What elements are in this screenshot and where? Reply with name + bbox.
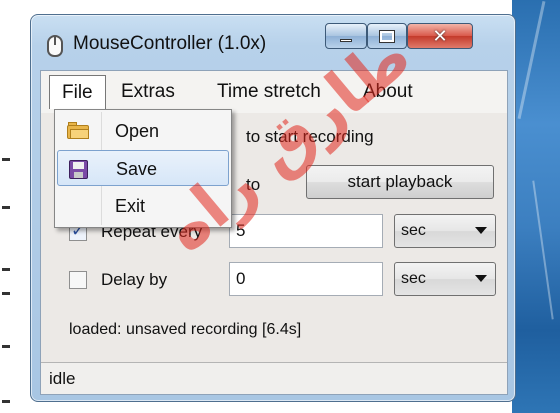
repeat-unit-select[interactable]: sec <box>394 214 496 248</box>
window-title: MouseController (1.0x) <box>73 33 267 54</box>
playback-prefix: to <box>246 175 261 194</box>
menu-extras[interactable]: Extras <box>109 75 187 109</box>
folder-icon <box>67 122 89 139</box>
loaded-status-text: loaded: unsaved recording [6.4s] <box>69 321 302 338</box>
menu-item-open-label: Open <box>115 121 160 141</box>
delay-unit-value: sec <box>401 270 426 287</box>
menu-bar: File Extras Time stretch About <box>41 71 507 113</box>
menu-item-exit-label: Exit <box>115 196 146 216</box>
close-button[interactable]: ✕ <box>407 23 473 49</box>
page-edge-marks <box>0 0 14 413</box>
mouse-icon <box>47 35 63 57</box>
delay-checkbox[interactable] <box>69 271 87 289</box>
menu-item-save[interactable]: Save <box>57 150 229 186</box>
chevron-down-icon <box>475 227 487 234</box>
menu-file[interactable]: File <box>49 75 106 109</box>
start-playback-button[interactable]: start playback <box>306 165 494 199</box>
menu-item-open[interactable]: Open <box>57 113 229 149</box>
repeat-unit-value: sec <box>401 222 426 239</box>
floppy-disk-icon <box>69 160 88 179</box>
delay-label: Delay by <box>101 270 168 289</box>
menu-about[interactable]: About <box>351 75 425 109</box>
repeat-interval-input[interactable]: 5 <box>229 214 383 248</box>
maximize-icon <box>379 29 395 43</box>
minimize-button[interactable] <box>325 23 367 49</box>
close-icon: ✕ <box>432 25 448 47</box>
delay-unit-select[interactable]: sec <box>394 262 496 296</box>
menu-item-save-label: Save <box>116 159 158 179</box>
status-bar: idle <box>41 362 507 394</box>
minimize-icon <box>340 38 352 42</box>
file-menu-dropdown: Open Save Exit <box>54 109 232 228</box>
desktop-background <box>512 0 560 413</box>
maximize-button[interactable] <box>367 23 407 49</box>
record-hint: to start recording <box>246 127 374 146</box>
delay-input[interactable]: 0 <box>229 262 383 296</box>
menu-item-exit[interactable]: Exit <box>57 188 229 224</box>
title-bar[interactable]: MouseController (1.0x) ✕ <box>31 15 515 71</box>
menu-time-stretch[interactable]: Time stretch <box>205 75 333 109</box>
chevron-down-icon <box>475 275 487 282</box>
